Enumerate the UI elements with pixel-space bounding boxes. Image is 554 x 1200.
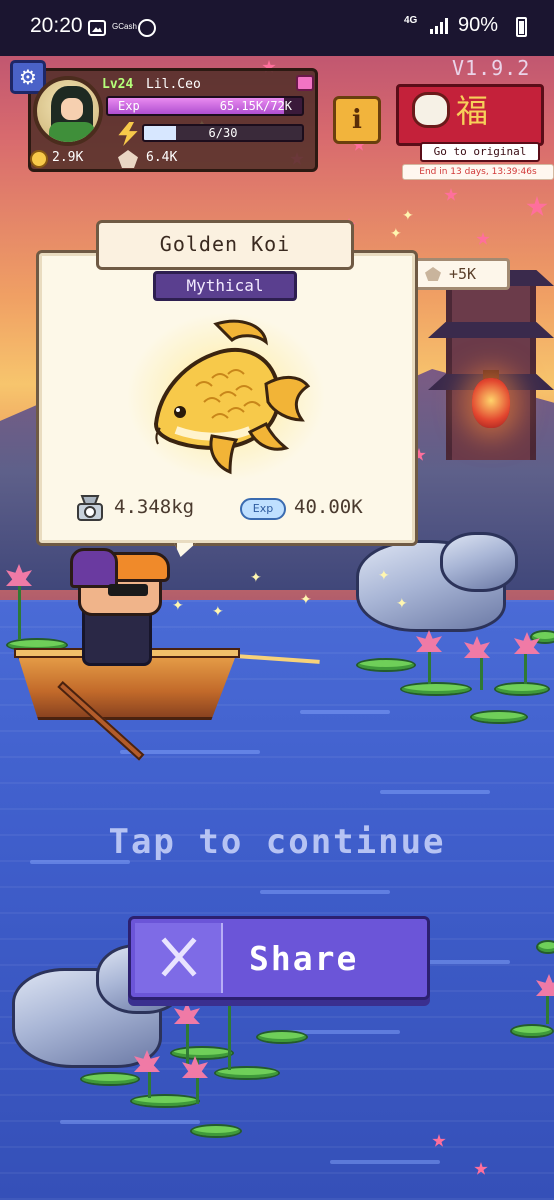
sparkle-icon: ✦ xyxy=(396,596,408,612)
battery-percent: 90% xyxy=(458,14,499,36)
event-mascot-icon xyxy=(412,92,450,128)
tap-to-continue[interactable]: Tap to continue xyxy=(0,822,554,862)
avatar[interactable] xyxy=(33,76,103,146)
energy-value: 6/30 xyxy=(208,126,238,140)
reward-value: +5K xyxy=(449,265,477,283)
network-label: 4G xyxy=(404,15,418,26)
rock-right-small xyxy=(440,532,518,592)
lily-pad xyxy=(356,658,416,672)
gift-icon[interactable] xyxy=(296,75,314,91)
gems-value: 6.4K xyxy=(146,150,178,165)
exp-bar: Exp 65.15K/72K xyxy=(106,96,304,116)
lily-pad xyxy=(470,710,528,724)
fisher-glasses xyxy=(108,584,148,596)
status-right: 4G 90% xyxy=(396,12,536,44)
event-timer: End in 13 days, 13:39:46s xyxy=(402,164,554,180)
sparkle-icon: ✦ xyxy=(390,226,402,242)
signal-icon xyxy=(430,18,450,34)
player-level: Lv24 xyxy=(102,77,134,92)
lily-pad xyxy=(400,682,472,696)
sparkle-icon: ✦ xyxy=(300,592,312,608)
exp-reward: 40.00K xyxy=(294,496,363,518)
lily-pad xyxy=(214,1066,280,1080)
notification-icons: GCash xyxy=(88,18,158,40)
gcash-icon: GCash xyxy=(112,22,137,31)
lily-pad xyxy=(494,682,550,696)
info-button[interactable]: i xyxy=(333,96,381,144)
scale-icon xyxy=(77,495,103,521)
battery-icon xyxy=(516,17,527,37)
lily-pad xyxy=(130,1094,200,1108)
fisher-cap xyxy=(70,548,118,588)
status-time: 20:20 xyxy=(30,14,83,37)
fortune-glyph: 福 xyxy=(456,92,489,130)
sparkle-icon: ✦ xyxy=(212,604,224,620)
gear-icon: ⚙ xyxy=(19,65,37,89)
coin-icon xyxy=(30,150,48,168)
lily-pad xyxy=(256,1030,308,1044)
lily-pad xyxy=(190,1124,242,1138)
x-tile xyxy=(135,923,223,993)
share-button[interactable]: Share xyxy=(128,916,430,1000)
rarity-badge: Mythical xyxy=(153,271,297,301)
gallery-icon xyxy=(88,20,106,36)
go-to-original-button[interactable]: Go to original xyxy=(420,142,540,162)
red-lantern xyxy=(472,378,510,428)
fish-name: Golden Koi xyxy=(96,220,354,270)
status-bar: 20:20 GCash 4G 90% xyxy=(0,0,554,56)
coins-value: 2.9K xyxy=(52,150,84,165)
exp-badge: Exp xyxy=(240,498,286,520)
sparkle-icon: ✦ xyxy=(172,598,184,614)
lily-pad xyxy=(510,1024,554,1038)
messenger-icon xyxy=(138,19,156,37)
sparkle-icon: ✦ xyxy=(378,568,390,584)
exp-value: 65.15K/72K xyxy=(219,99,292,113)
lily-pad xyxy=(80,1072,140,1086)
reward-chip: +5K xyxy=(414,258,510,290)
fish-weight: 4.348kg xyxy=(114,496,195,518)
player-name: Lil.Ceo xyxy=(146,77,201,92)
game-scene[interactable]: ✦ ✦ ✦ ✦ ✦ ✦ ✦ ✦ ✦ xyxy=(0,0,554,1200)
sparkle-icon: ✦ xyxy=(250,570,262,586)
energy-bar: 6/30 xyxy=(142,124,304,142)
lily-pad xyxy=(170,1046,234,1060)
sparkle-icon: ✦ xyxy=(402,208,414,224)
golden-koi-image xyxy=(153,319,311,475)
x-logo-icon xyxy=(161,937,197,977)
gem-icon xyxy=(425,267,441,281)
share-label: Share xyxy=(249,939,359,978)
exp-label: Exp xyxy=(118,99,140,113)
lily-pad xyxy=(536,940,554,954)
version-label: V1.9.2 xyxy=(452,56,531,80)
